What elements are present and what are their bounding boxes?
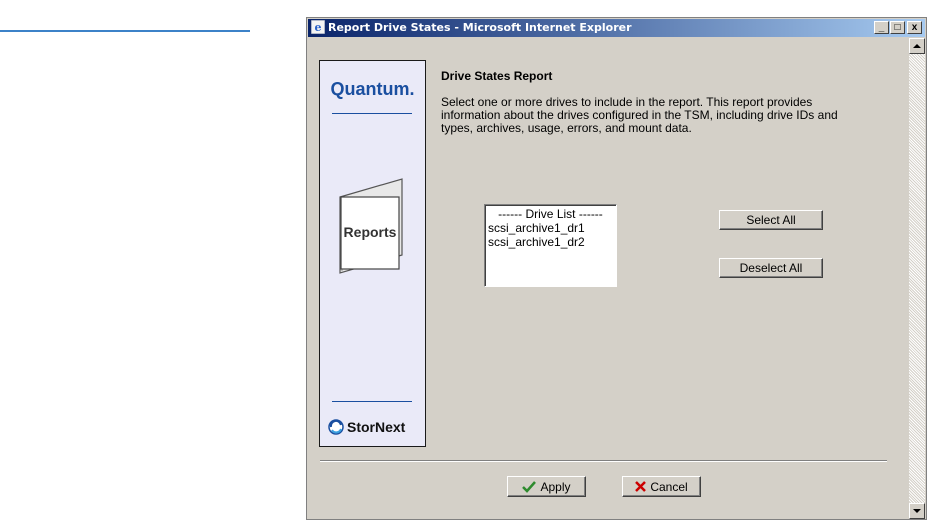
stornext-logo-icon [328, 419, 344, 435]
scroll-down-button[interactable] [909, 503, 925, 519]
scroll-up-button[interactable] [909, 38, 925, 54]
apply-button[interactable]: Apply [507, 476, 586, 497]
report-title: Drive States Report [441, 69, 553, 83]
title-bar[interactable]: e Report Drive States - Microsoft Intern… [308, 19, 925, 37]
close-button[interactable]: x [907, 21, 922, 34]
select-all-button[interactable]: Select All [719, 210, 823, 230]
maximize-button[interactable]: □ [890, 21, 905, 34]
page-content: Quantum. Reports StorNext Drive States R… [308, 38, 909, 519]
vertical-scrollbar[interactable] [909, 38, 925, 519]
cancel-button[interactable]: Cancel [622, 476, 701, 497]
window-title: Report Drive States - Microsoft Internet… [328, 21, 632, 34]
browser-window: e Report Drive States - Microsoft Intern… [306, 17, 927, 520]
ie-icon: e [311, 20, 325, 34]
cancel-label: Cancel [650, 479, 688, 494]
reports-book-label: Reports [344, 224, 397, 240]
divider [332, 113, 412, 114]
deselect-all-button[interactable]: Deselect All [719, 258, 823, 278]
drive-list-item[interactable]: scsi_archive1_dr2 [488, 235, 613, 249]
footer-separator [320, 460, 887, 462]
arrow-up-icon [913, 44, 921, 48]
drive-list-item[interactable]: scsi_archive1_dr1 [488, 221, 613, 235]
stornext-logo: StorNext [328, 419, 405, 435]
page-top-rule [0, 30, 250, 32]
apply-label: Apply [540, 479, 571, 494]
arrow-down-icon [913, 509, 921, 513]
minimize-button[interactable]: _ [874, 21, 889, 34]
reports-book-icon: Reports [339, 178, 403, 274]
drive-list-header[interactable]: ------ Drive List ------ [488, 207, 613, 221]
quantum-logo: Quantum. [330, 79, 415, 99]
svg-text:e: e [315, 21, 322, 34]
stornext-label: StorNext [347, 419, 406, 435]
x-icon [635, 481, 647, 492]
checkmark-icon [522, 480, 537, 493]
drive-list[interactable]: ------ Drive List ------ scsi_archive1_d… [484, 204, 617, 287]
left-branding-panel: Quantum. Reports StorNext [319, 60, 426, 447]
report-description: Select one or more drives to include in … [441, 95, 838, 135]
divider [332, 401, 412, 402]
